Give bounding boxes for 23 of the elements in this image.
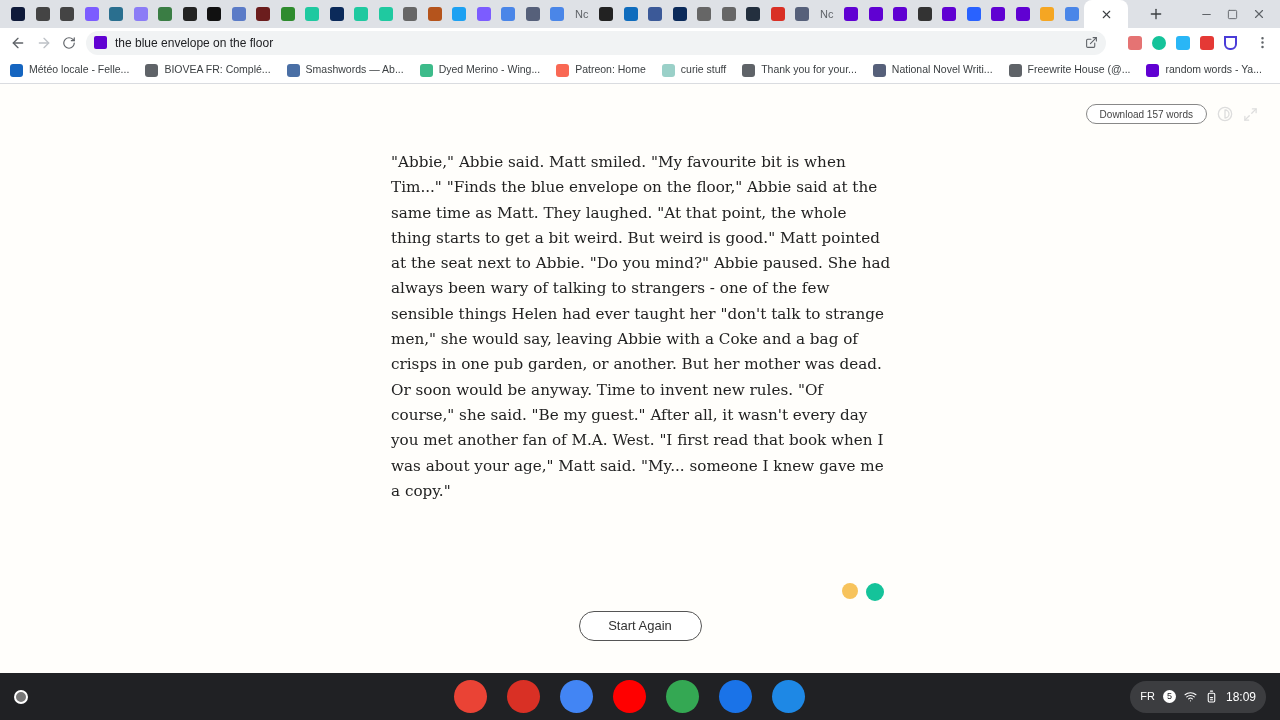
bookmark-item[interactable]: Dyed Merino - Wing... xyxy=(419,62,541,78)
start-again-button[interactable]: Start Again xyxy=(578,611,702,641)
tab-title: Nc xyxy=(575,6,589,22)
browser-tab[interactable]: Nc xyxy=(814,0,839,28)
bookmark-item[interactable]: Patreon: Home xyxy=(556,62,646,78)
download-button[interactable]: Download 157 words xyxy=(1085,104,1207,124)
bookmark-item[interactable]: Smashwords — Ab... xyxy=(286,62,404,78)
tab-title: Nc xyxy=(820,6,834,22)
bookmark-item[interactable]: Thank you for your... xyxy=(742,62,857,78)
clock-time: 18:09 xyxy=(1225,688,1256,706)
bookmark-item[interactable]: Freewrite House (@... xyxy=(1008,62,1131,78)
status-tray[interactable]: FR 5 18:09 xyxy=(1130,680,1266,713)
language-label: FR xyxy=(1140,689,1155,705)
browser-tab[interactable]: Nc xyxy=(569,0,594,28)
bookmark-item[interactable]: Météo locale - Felle... xyxy=(10,62,130,78)
bookmark-item[interactable]: random words - Ya... xyxy=(1146,62,1262,78)
bookmark-item[interactable]: BIOVEA FR: Complé... xyxy=(145,62,271,78)
bookmark-item[interactable]: curie stuff xyxy=(661,62,727,78)
notification-count: 5 xyxy=(1162,690,1176,703)
address-text: the blue envelope on the floor xyxy=(115,34,274,52)
story-text: "Abbie," Abbie said. Matt smiled. "My favourite bit is when Tim..." "Finds the blue envelope on the floor," Abbie said at the same time as Matt. They laughed. "At that point, the whole thing starts to get a bit weird. But weird is good." Matt pointed at the seat next to Abbie. "Do you mind?" Abbie paused. She had always been wary of talking to strangers - one of the few sensible things Helen had ever taught her "don't talk to strange men," she would say, leaving Abbie with a Coke and a bag of crisps in one pub garden, or another. But her mother was dead. Or soon would be anyway. Time to invent new rules. "Of course," she said. "Be my guest." After all, it wasn't every day you met another fan of M.A. West. "I first read that book when I was about your age," Matt said. "My... someone I knew gave me a copy." xyxy=(391,152,891,502)
bookmark-item[interactable]: National Novel Writi... xyxy=(872,62,993,78)
address-field[interactable]: the blue envelope on the floor xyxy=(86,30,1106,55)
